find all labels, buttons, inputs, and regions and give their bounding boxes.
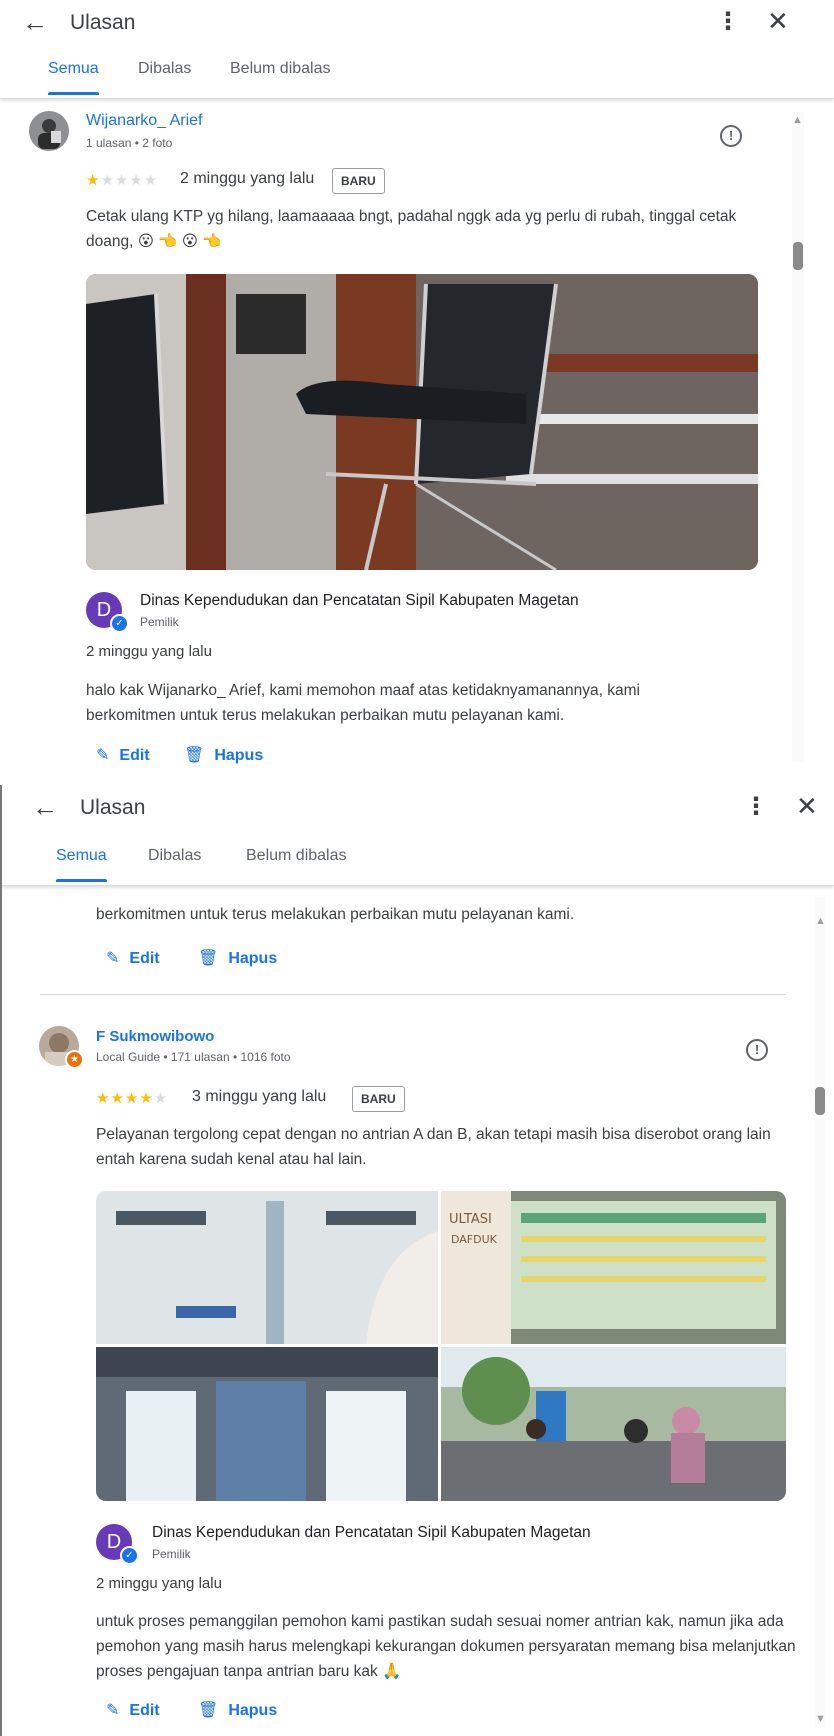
- review-divider: [40, 994, 786, 995]
- pencil-icon: ✎: [106, 950, 120, 967]
- delete-button[interactable]: 🗑 Hapus: [184, 745, 263, 765]
- flag-icon[interactable]: !: [746, 1039, 768, 1061]
- scrollbar[interactable]: [814, 897, 826, 1727]
- scrollbar-thumb[interactable]: [815, 1087, 825, 1115]
- page-title: Ulasan: [70, 11, 136, 34]
- top-bar: ← Ulasan ⋮ ✕: [2, 785, 834, 831]
- edit-button[interactable]: ✎ Edit: [106, 1700, 160, 1720]
- review-photo[interactable]: [86, 274, 758, 570]
- reply-time: 2 minggu yang lalu: [96, 1575, 222, 1592]
- verified-icon: ✓: [110, 614, 129, 633]
- review-text: Pelayanan tergolong cepat dengan no antr…: [96, 1126, 771, 1168]
- review-photo[interactable]: [96, 1347, 438, 1501]
- arrow-left-icon[interactable]: ←: [22, 6, 48, 38]
- tab-bar: Semua Dibalas Belum dibalas: [2, 833, 834, 886]
- trash-icon: 🗑: [198, 1702, 219, 1719]
- owner-name: Dinas Kependudukan dan Pencatatan Sipil …: [140, 592, 579, 609]
- pencil-icon: ✎: [106, 1702, 120, 1719]
- reply-text: berkomitmen untuk terus melakukan perbai…: [96, 906, 575, 923]
- review-author-meta: Local Guide • 171 ulasan • 1016 foto: [96, 1050, 291, 1064]
- trash-icon: 🗑: [198, 950, 219, 967]
- new-badge: BARU: [352, 1086, 405, 1112]
- reply-text: halo kak Wijanarko_ Arief, kami memohon …: [86, 682, 640, 724]
- reviews-panel-1: ← Ulasan ⋮ ✕ Semua Dibalas Belum dibalas…: [0, 0, 834, 770]
- scrollbar-thumb[interactable]: [793, 242, 803, 270]
- flag-icon[interactable]: !: [720, 125, 742, 147]
- tab-semua[interactable]: Semua: [48, 60, 99, 95]
- scroll-up-icon[interactable]: ▲: [815, 915, 826, 927]
- review-photo-grid: ULTASI DAFDUK: [96, 1191, 786, 1501]
- tab-belum-dibalas[interactable]: Belum dibalas: [230, 60, 331, 78]
- scrollbar[interactable]: [792, 112, 804, 762]
- review-time: 2 minggu yang lalu: [180, 170, 315, 187]
- review-text: Cetak ulang KTP yg hilang, laamaaaaa bng…: [86, 208, 737, 250]
- close-icon[interactable]: ✕: [767, 6, 789, 36]
- kebab-icon[interactable]: ⋮: [744, 795, 768, 819]
- close-icon[interactable]: ✕: [796, 791, 818, 821]
- edit-button[interactable]: ✎ Edit: [106, 948, 160, 968]
- review-author[interactable]: F Sukmowibowo: [96, 1028, 214, 1045]
- review-photo[interactable]: ULTASI DAFDUK: [441, 1191, 786, 1344]
- tab-semua[interactable]: Semua: [56, 847, 107, 882]
- review-photo[interactable]: [441, 1347, 786, 1501]
- edit-button[interactable]: ✎ Edit: [96, 745, 150, 765]
- review-photo[interactable]: [96, 1191, 438, 1344]
- photo-sign-text: DAFDUK: [451, 1233, 498, 1246]
- reply-time: 2 minggu yang lalu: [86, 643, 212, 660]
- scroll-up-icon[interactable]: ▲: [792, 114, 803, 126]
- reply-text: untuk proses pemanggilan pemohon kami pa…: [96, 1613, 796, 1680]
- delete-button[interactable]: 🗑 Hapus: [198, 948, 277, 968]
- pencil-icon: ✎: [96, 747, 110, 764]
- owner-role: Pemilik: [140, 615, 179, 629]
- verified-icon: ✓: [120, 1546, 139, 1565]
- star-rating: ★★★★★: [96, 1090, 169, 1107]
- scroll-down-icon[interactable]: ▼: [815, 1713, 826, 1725]
- owner-name: Dinas Kependudukan dan Pencatatan Sipil …: [152, 1524, 591, 1541]
- avatar[interactable]: [29, 111, 69, 151]
- kebab-icon[interactable]: ⋮: [716, 10, 740, 34]
- tab-belum-dibalas[interactable]: Belum dibalas: [246, 847, 347, 865]
- review-author[interactable]: Wijanarko_ Arief: [86, 112, 203, 130]
- photo-sign-text: ULTASI: [449, 1212, 492, 1227]
- tab-dibalas[interactable]: Dibalas: [148, 847, 201, 865]
- star-rating: ★★★★★: [86, 172, 159, 189]
- review-time: 3 minggu yang lalu: [192, 1088, 327, 1105]
- owner-role: Pemilik: [152, 1547, 191, 1561]
- trash-icon: 🗑: [184, 747, 205, 764]
- top-bar: ← Ulasan ⋮ ✕: [0, 0, 834, 46]
- tab-bar: Semua Dibalas Belum dibalas: [0, 46, 834, 99]
- reviews-panel-2: ← Ulasan ⋮ ✕ Semua Dibalas Belum dibalas…: [0, 785, 834, 1736]
- review-author-meta: 1 ulasan • 2 foto: [86, 136, 173, 150]
- tab-dibalas[interactable]: Dibalas: [138, 60, 191, 78]
- delete-button[interactable]: 🗑 Hapus: [198, 1700, 277, 1720]
- local-guide-icon: ★: [65, 1050, 84, 1069]
- arrow-left-icon[interactable]: ←: [32, 791, 58, 823]
- new-badge: BARU: [332, 168, 385, 194]
- page-title: Ulasan: [80, 796, 146, 819]
